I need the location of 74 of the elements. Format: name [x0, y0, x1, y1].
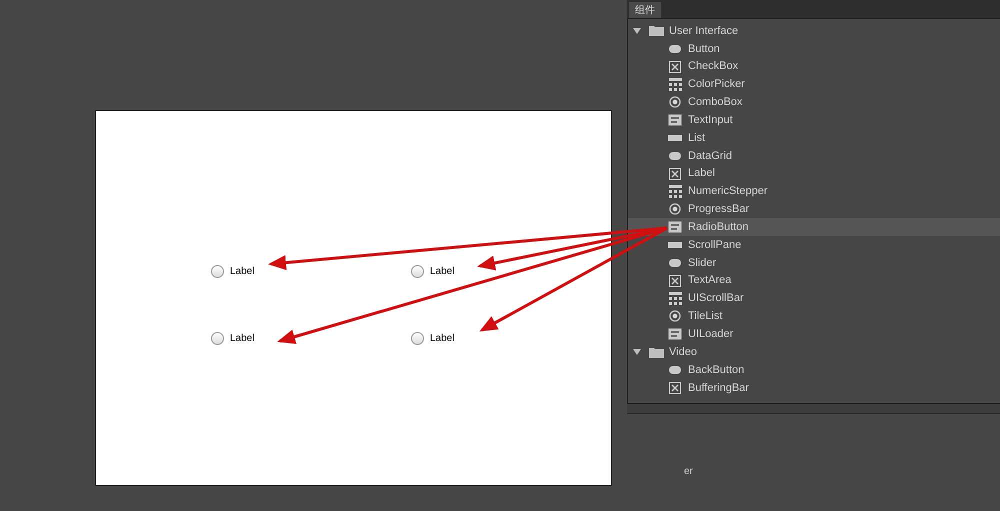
radio-label: Label — [430, 265, 454, 279]
component-label: RadioButton — [688, 220, 749, 235]
grid-icon — [668, 185, 682, 198]
component-item[interactable]: Label — [628, 164, 1000, 183]
collapse-triangle-icon[interactable] — [633, 26, 641, 35]
bar-icon — [668, 241, 682, 250]
target-circle-icon — [669, 203, 681, 216]
component-item[interactable]: ProgressBar — [628, 200, 1000, 218]
radio-button[interactable] — [411, 265, 424, 278]
target-circle-icon — [669, 96, 681, 108]
component-label: TextInput — [688, 112, 733, 128]
component-label: ColorPicker — [688, 77, 745, 92]
component-item[interactable]: List — [628, 129, 1000, 147]
component-item[interactable]: NumericStepper — [628, 182, 1000, 200]
component-label: Label — [688, 166, 715, 182]
component-item[interactable]: ColorPicker — [628, 76, 1000, 94]
grid-icon — [668, 78, 682, 91]
panel-icon — [668, 328, 682, 340]
horizontal-scrollbar[interactable] — [627, 404, 1000, 414]
component-label: TextArea — [688, 273, 732, 288]
component-label: BackButton — [688, 362, 744, 378]
boxed-cross-icon — [669, 60, 681, 73]
component-label: Button — [688, 42, 720, 57]
component-item[interactable]: CheckBox — [628, 58, 1000, 76]
radio-button[interactable] — [211, 265, 224, 278]
rounded-rect-icon — [668, 150, 682, 161]
component-label: BufferingBar — [688, 380, 749, 396]
component-label: Slider — [688, 256, 716, 271]
component-item[interactable]: RadioButton — [628, 218, 1000, 236]
component-label: NumericStepper — [688, 184, 768, 200]
component-label: ComboBox — [688, 95, 742, 110]
radio-button[interactable] — [411, 332, 424, 345]
boxed-cross-icon — [669, 382, 681, 394]
component-item[interactable]: Slider — [628, 254, 1000, 272]
component-item[interactable]: BufferingBar — [628, 378, 1000, 397]
component-label: TileList — [688, 309, 722, 324]
boxed-cross-icon — [669, 168, 681, 180]
radio-label: Label — [230, 265, 254, 279]
rounded-rect-icon — [668, 44, 682, 54]
radio-label: Label — [230, 332, 254, 346]
component-item[interactable]: TileList — [628, 308, 1000, 326]
collapse-triangle-icon[interactable] — [633, 348, 641, 356]
component-item[interactable]: UIScrollBar — [628, 290, 1000, 308]
component-item[interactable]: TextArea — [628, 272, 1000, 290]
component-label: UILoader — [688, 327, 734, 342]
component-label: UIScrollBar — [688, 291, 744, 306]
component-item[interactable]: ComboBox — [628, 93, 1000, 112]
component-item[interactable]: DataGrid — [628, 146, 1000, 165]
radio-button[interactable] — [211, 332, 224, 345]
component-item[interactable]: TextInput — [628, 111, 1000, 130]
panel-icon — [668, 221, 682, 234]
folder-icon — [649, 25, 664, 36]
panel-tab[interactable]: 组件 — [629, 2, 661, 18]
grid-icon — [668, 292, 682, 306]
folder-icon — [649, 346, 664, 358]
rounded-rect-icon — [668, 364, 682, 375]
component-label: ScrollPane — [688, 238, 742, 253]
target-circle-icon — [669, 310, 681, 322]
folder-label[interactable]: Video — [669, 344, 697, 360]
component-label: DataGrid — [688, 148, 732, 164]
component-label: CheckBox — [688, 59, 738, 74]
boxed-cross-icon — [669, 274, 681, 287]
bar-icon — [668, 134, 682, 142]
rounded-rect-icon — [668, 258, 682, 268]
panel-icon — [668, 114, 682, 126]
component-item[interactable]: ScrollPane — [628, 236, 1000, 254]
text-fragment: er — [684, 465, 694, 479]
component-item[interactable]: BackButton — [628, 361, 1000, 379]
component-label: ProgressBar — [688, 202, 750, 218]
component-label: List — [688, 130, 706, 146]
folder-label[interactable]: User Interface — [669, 22, 738, 40]
radio-label: Label — [430, 332, 454, 346]
component-item[interactable]: UILoader — [628, 325, 1000, 344]
component-item[interactable]: Button — [628, 40, 1000, 58]
